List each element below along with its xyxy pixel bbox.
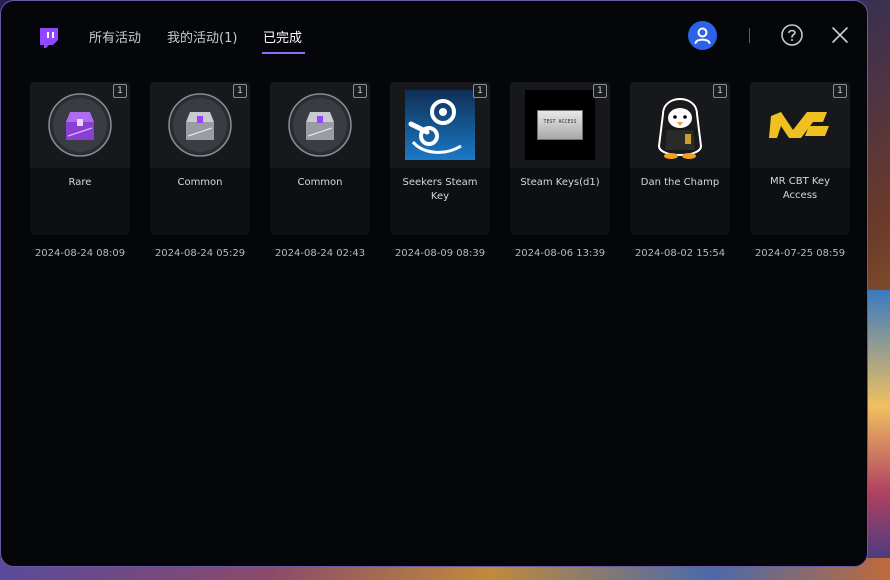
rare-chest-icon <box>48 93 112 157</box>
penguin-icon <box>657 98 703 159</box>
reward-date: 2024-08-06 13:39 <box>514 248 606 259</box>
reward-label: Common <box>297 177 343 188</box>
test-access-text: TEST ACCESS <box>543 119 577 125</box>
reward-count-badge: 1 <box>353 84 367 98</box>
tab-all-activities[interactable]: 所有活动 <box>89 27 141 46</box>
reward-card-common[interactable]: 1 Common 2024-08-24 02:43 <box>270 82 370 259</box>
steam-logo-icon <box>405 90 475 160</box>
reward-date: 2024-08-24 02:43 <box>274 248 366 259</box>
drops-window: 所有活动 我的活动(1) 已完成 1 Rare 2024-08-24 08:09… <box>0 0 868 567</box>
reward-count-badge: 1 <box>233 84 247 98</box>
tab-my-activities[interactable]: 我的活动(1) <box>167 27 237 46</box>
reward-card-mr-cbt-key-access[interactable]: 1 MR CBT Key Access 2024-07-25 08:59 <box>750 82 850 259</box>
user-icon <box>694 27 711 44</box>
test-access-ticket: TEST ACCESS <box>537 110 583 140</box>
reward-label: Dan the Champ <box>640 177 720 188</box>
reward-date: 2024-08-24 08:09 <box>34 248 126 259</box>
reward-card-common[interactable]: 1 Common 2024-08-24 05:29 <box>150 82 250 259</box>
help-icon[interactable] <box>780 23 804 47</box>
reward-card-dan-the-champ[interactable]: 1 Dan the Champ 2024-08-02 15:54 <box>630 82 730 259</box>
reward-label: Rare <box>68 177 92 188</box>
reward-date: 2024-08-02 15:54 <box>634 248 726 259</box>
reward-label: MR CBT Key Access <box>769 176 830 201</box>
reward-count-badge: 1 <box>593 84 607 98</box>
header: 所有活动 我的活动(1) 已完成 <box>1 1 867 71</box>
active-tab-indicator <box>262 52 305 54</box>
reward-label: Common <box>177 177 223 188</box>
twitch-logo-icon <box>40 28 58 48</box>
common-chest-icon <box>168 93 232 157</box>
header-divider <box>749 28 750 43</box>
reward-card-steam-keys-d1[interactable]: TEST ACCESS 1 Steam Keys(d1) 2024-08-06 … <box>510 82 610 259</box>
reward-count-badge: 1 <box>113 84 127 98</box>
reward-card-seekers-steam-key[interactable]: 1 Seekers Steam Key 2024-08-09 08:39 <box>390 82 490 259</box>
reward-count-badge: 1 <box>833 84 847 98</box>
close-icon[interactable] <box>831 26 849 44</box>
reward-count-badge: 1 <box>473 84 487 98</box>
reward-label: Seekers Steam Key <box>402 177 478 202</box>
reward-label: Steam Keys(d1) <box>520 177 600 188</box>
reward-card-rare[interactable]: 1 Rare 2024-08-24 08:09 <box>30 82 130 259</box>
reward-date: 2024-07-25 08:59 <box>754 248 846 259</box>
common-chest-icon <box>288 93 352 157</box>
user-avatar-button[interactable] <box>688 21 717 50</box>
reward-date: 2024-08-09 08:39 <box>394 248 486 259</box>
test-access-card-icon: TEST ACCESS <box>525 90 595 160</box>
reward-date: 2024-08-24 05:29 <box>154 248 246 259</box>
mr-logo-icon <box>769 112 829 138</box>
tab-completed[interactable]: 已完成 <box>263 27 302 46</box>
reward-count-badge: 1 <box>713 84 727 98</box>
